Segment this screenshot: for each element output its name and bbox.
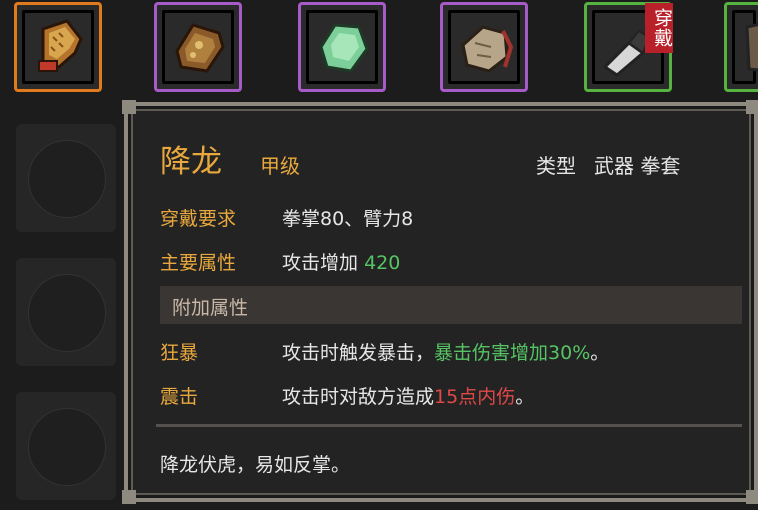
cleaver-slot[interactable]: 穿戴 — [584, 2, 673, 92]
main-attr: 攻击增加 420 — [282, 248, 400, 275]
divider — [156, 424, 742, 427]
requirement-value: 拳掌80、臂力8 — [282, 208, 414, 230]
requirement-label: 穿戴要求 — [160, 208, 237, 230]
partial-slot[interactable] — [724, 2, 758, 92]
extra-attr-header-text: 附加属性 — [172, 297, 249, 319]
extra-attr-desc: 攻击时对敌方造成15点内伤。 — [282, 386, 535, 408]
slot-placeholder-icon — [28, 140, 106, 218]
item-name: 降龙 — [160, 144, 222, 180]
empty-slot[interactable] — [16, 392, 116, 500]
type-value: 武器 拳套 — [594, 154, 681, 178]
armor-slot[interactable] — [154, 2, 242, 92]
type-label: 类型 — [536, 154, 576, 178]
extra-attr-name: 狂暴 — [160, 342, 199, 364]
item-tooltip: 降龙 甲级 类型 武器 拳套 穿戴要求 拳掌80、臂力8 主要属性 攻击增加 42… — [122, 100, 758, 504]
extra-attr-name: 震击 — [160, 386, 199, 408]
jade-stone-icon — [319, 23, 369, 73]
unknown-icon — [745, 23, 758, 72]
equipped-tag: 穿戴 — [645, 3, 673, 53]
item-grade: 甲级 — [260, 154, 300, 178]
gauntlet-icon — [38, 19, 83, 72]
empty-slot[interactable] — [16, 124, 116, 232]
slot-placeholder-icon — [28, 274, 106, 352]
gauntlet-slot[interactable] — [14, 2, 102, 92]
pouch-icon — [461, 25, 514, 73]
slot-placeholder-icon — [28, 408, 106, 486]
pouch-slot[interactable] — [440, 2, 528, 92]
main-attr-text: 攻击增加 — [282, 252, 359, 274]
empty-slot[interactable] — [16, 258, 116, 366]
armor-icon — [175, 23, 225, 73]
extra-attr-desc: 攻击时触发暴击，暴击伤害增加30%。 — [282, 342, 610, 364]
flavor-text: 降龙伏虎，易如反掌。 — [160, 454, 351, 476]
item-type: 类型 武器 拳套 — [536, 150, 680, 179]
main-attr-value: 420 — [364, 252, 401, 274]
jade-slot[interactable] — [298, 2, 386, 92]
main-attr-label: 主要属性 — [160, 252, 237, 274]
extra-attr-header: 附加属性 — [160, 286, 742, 324]
